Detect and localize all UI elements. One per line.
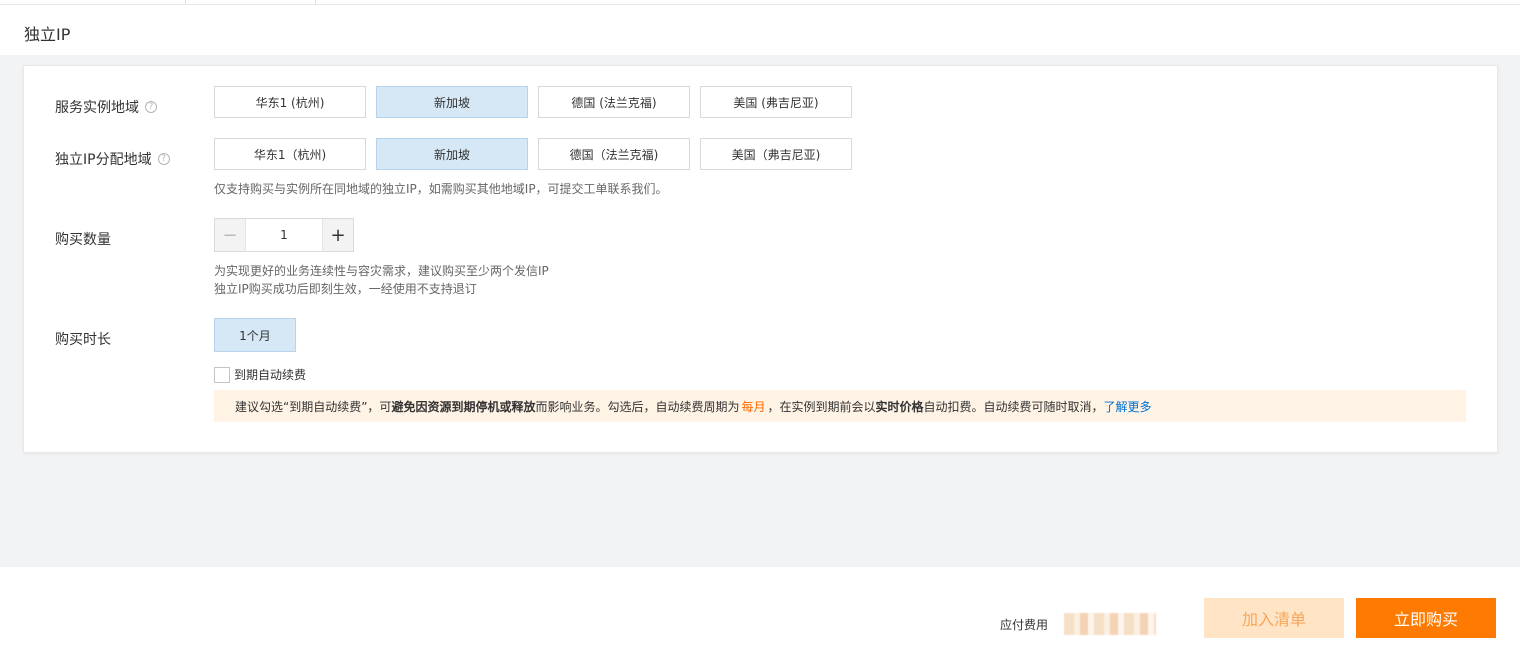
- ip-region-option-frankfurt[interactable]: 德国（法兰克福): [538, 138, 690, 170]
- notice-bold-text: 实时价格: [875, 399, 924, 414]
- service-region-label: 服务实例地域: [55, 100, 139, 116]
- duration-option-1-month[interactable]: 1个月: [214, 318, 296, 352]
- ip-region-option-virginia[interactable]: 美国（弗吉尼亚): [700, 138, 852, 170]
- price-value-blurred: [1064, 613, 1156, 635]
- service-region-option-singapore[interactable]: 新加坡: [376, 86, 528, 118]
- ip-region-hint: 仅支持购买与实例所在同地域的独立IP，如需购买其他地域IP，可提交工单联系我们。: [214, 182, 668, 196]
- notice-text: ，在实例到期前会以: [767, 399, 876, 414]
- notice-text: 建议勾选“到期自动续费”，可: [235, 399, 392, 414]
- service-region-option-hangzhou[interactable]: 华东1 (杭州): [214, 86, 366, 118]
- add-to-cart-button[interactable]: 加入清单: [1204, 598, 1344, 638]
- service-region-option-frankfurt[interactable]: 德国 (法兰克福): [538, 86, 690, 118]
- ip-region-option-hangzhou[interactable]: 华东1（杭州): [214, 138, 366, 170]
- quantity-hint: 为实现更好的业务连续性与容灾需求，建议购买至少两个发信IP 独立IP购买成功后即…: [214, 262, 549, 298]
- help-icon[interactable]: ?: [157, 153, 170, 165]
- quantity-stepper: − 1 +: [214, 218, 354, 252]
- auto-renew-row[interactable]: 到期自动续费: [214, 366, 306, 383]
- quantity-value[interactable]: 1: [246, 219, 322, 251]
- notice-renew-period: 每月: [741, 399, 766, 414]
- quantity-hint-line1: 为实现更好的业务连续性与容灾需求，建议购买至少两个发信IP: [214, 264, 549, 278]
- price-label: 应付费用: [1000, 618, 1049, 632]
- page-header: 独立IP: [0, 5, 1520, 55]
- notice-text: 自动扣费。自动续费可随时取消，: [923, 399, 1104, 414]
- service-region-label-row: 服务实例地域 ?: [55, 97, 157, 117]
- ip-region-option-singapore[interactable]: 新加坡: [376, 138, 528, 170]
- service-region-option-virginia[interactable]: 美国 (弗吉尼亚): [700, 86, 852, 118]
- page-title: 独立IP: [24, 25, 71, 44]
- ip-region-options: 华东1（杭州) 新加坡 德国（法兰克福) 美国（弗吉尼亚): [214, 138, 852, 170]
- help-icon[interactable]: ?: [145, 101, 157, 113]
- notice-bold-text: 避免因资源到期停机或释放: [391, 399, 536, 414]
- auto-renew-checkbox[interactable]: [214, 366, 230, 383]
- buy-now-button[interactable]: 立即购买: [1356, 598, 1496, 638]
- quantity-label: 购买数量: [55, 232, 111, 248]
- service-region-options: 华东1 (杭州) 新加坡 德国 (法兰克福) 美国 (弗吉尼亚): [214, 86, 852, 118]
- purchase-form-panel: 服务实例地域 ? 华东1 (杭州) 新加坡 德国 (法兰克福) 美国 (弗吉尼亚…: [23, 65, 1498, 453]
- quantity-increment-button[interactable]: +: [322, 219, 353, 251]
- learn-more-link[interactable]: 了解更多: [1104, 398, 1152, 415]
- ip-region-label-row: 独立IP分配地域 ?: [55, 149, 170, 169]
- duration-label: 购买时长: [55, 332, 111, 348]
- auto-renew-label[interactable]: 到期自动续费: [234, 366, 306, 383]
- ip-region-label: 独立IP分配地域: [55, 152, 152, 168]
- checkout-footer: 应付费用 加入清单 立即购买: [0, 567, 1520, 668]
- quantity-hint-line2: 独立IP购买成功后即刻生效，一经使用不支持退订: [214, 282, 477, 296]
- auto-renew-notice: 建议勾选“到期自动续费”，可 避免因资源到期停机或释放 而影响业务。勾选后，自动…: [214, 390, 1466, 422]
- notice-text: 而影响业务。勾选后，自动续费周期为: [535, 399, 740, 414]
- quantity-decrement-button[interactable]: −: [215, 219, 246, 251]
